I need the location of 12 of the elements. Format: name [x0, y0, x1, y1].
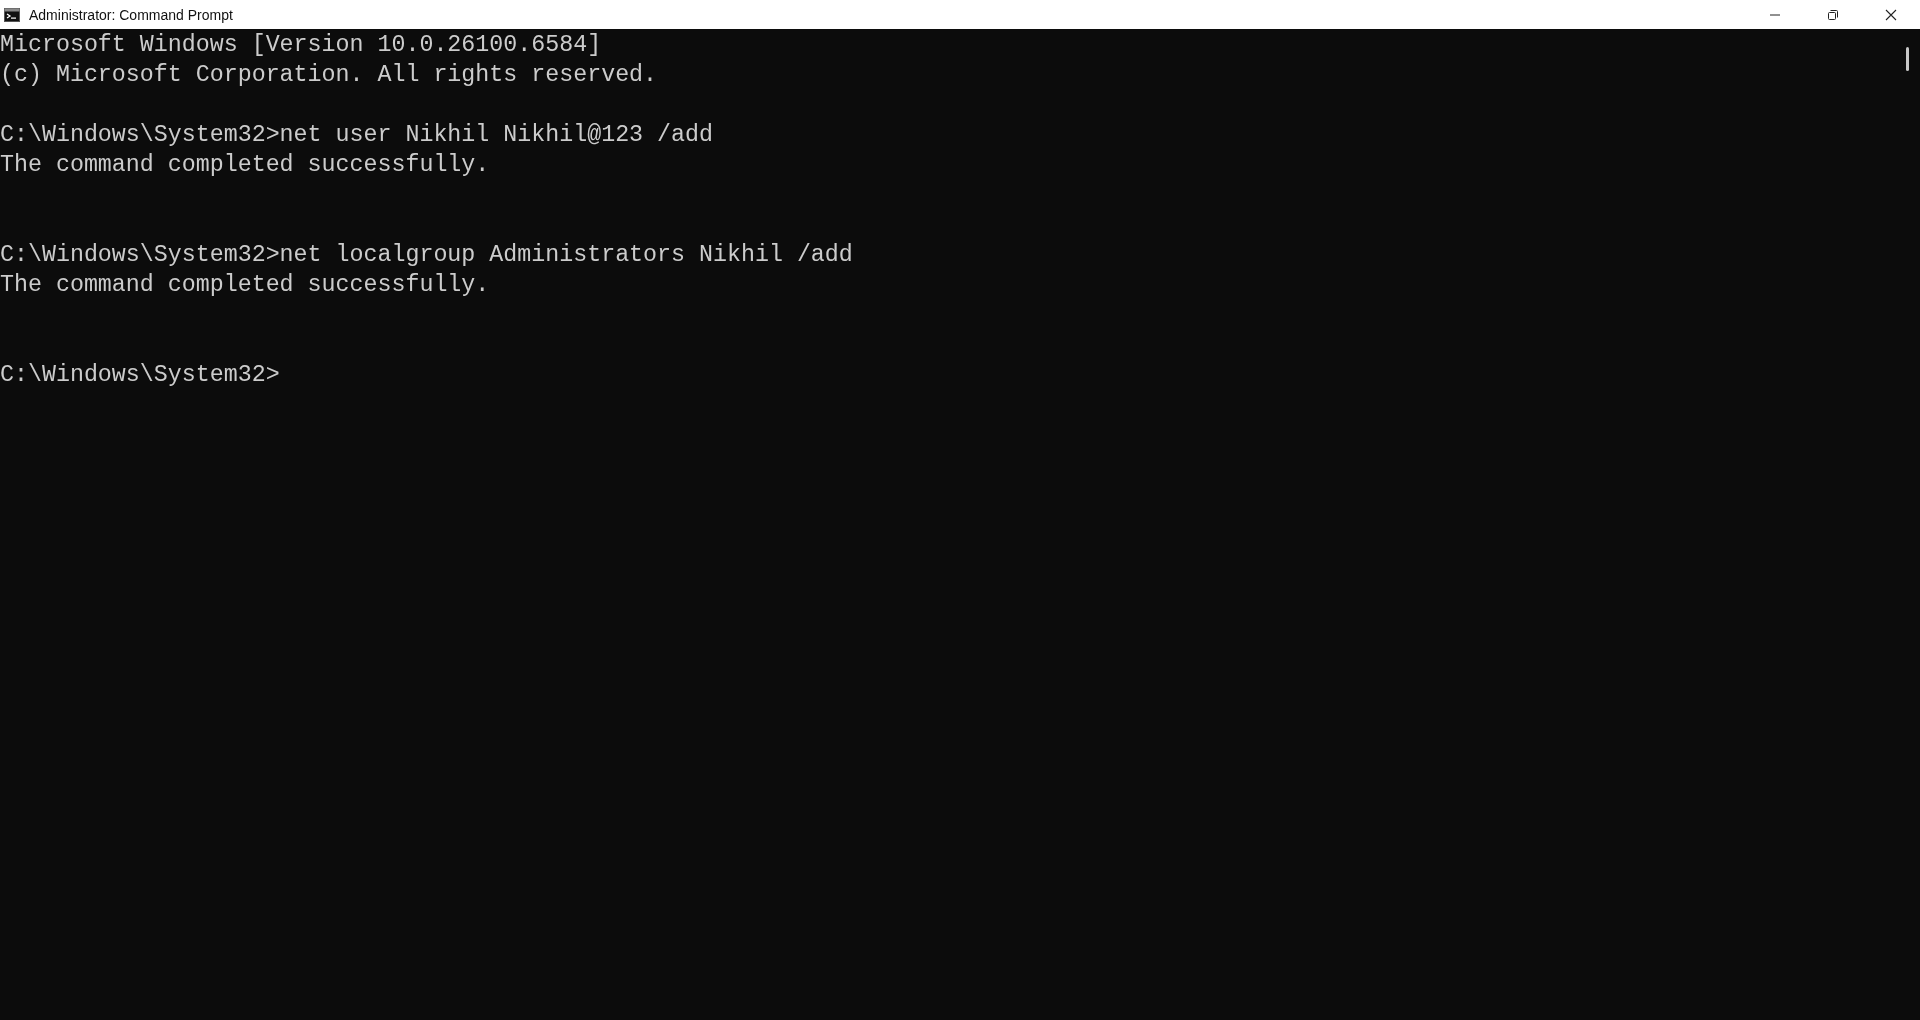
- console-line: Microsoft Windows [Version 10.0.26100.6584]: [0, 31, 603, 60]
- command-line: C:\Windows\System32>net user Nikhil Nikhil@123 /add: [0, 121, 714, 150]
- close-icon: [1885, 8, 1897, 21]
- command-output: The command completed successfully.: [0, 151, 491, 180]
- command-output: The command completed successfully.: [0, 271, 491, 300]
- console-app-icon: [4, 7, 20, 22]
- scrollbar-thumb[interactable]: [1906, 47, 1909, 71]
- window-title: Administrator: Command Prompt: [29, 6, 233, 23]
- console-line: (c) Microsoft Corporation. All rights reserved.: [0, 61, 659, 90]
- command-prompt: C:\Windows\System32>: [0, 361, 281, 390]
- restore-icon: [1827, 8, 1839, 21]
- command-line: C:\Windows\System32>net localgroup Administrators Nikhil /add: [0, 241, 854, 270]
